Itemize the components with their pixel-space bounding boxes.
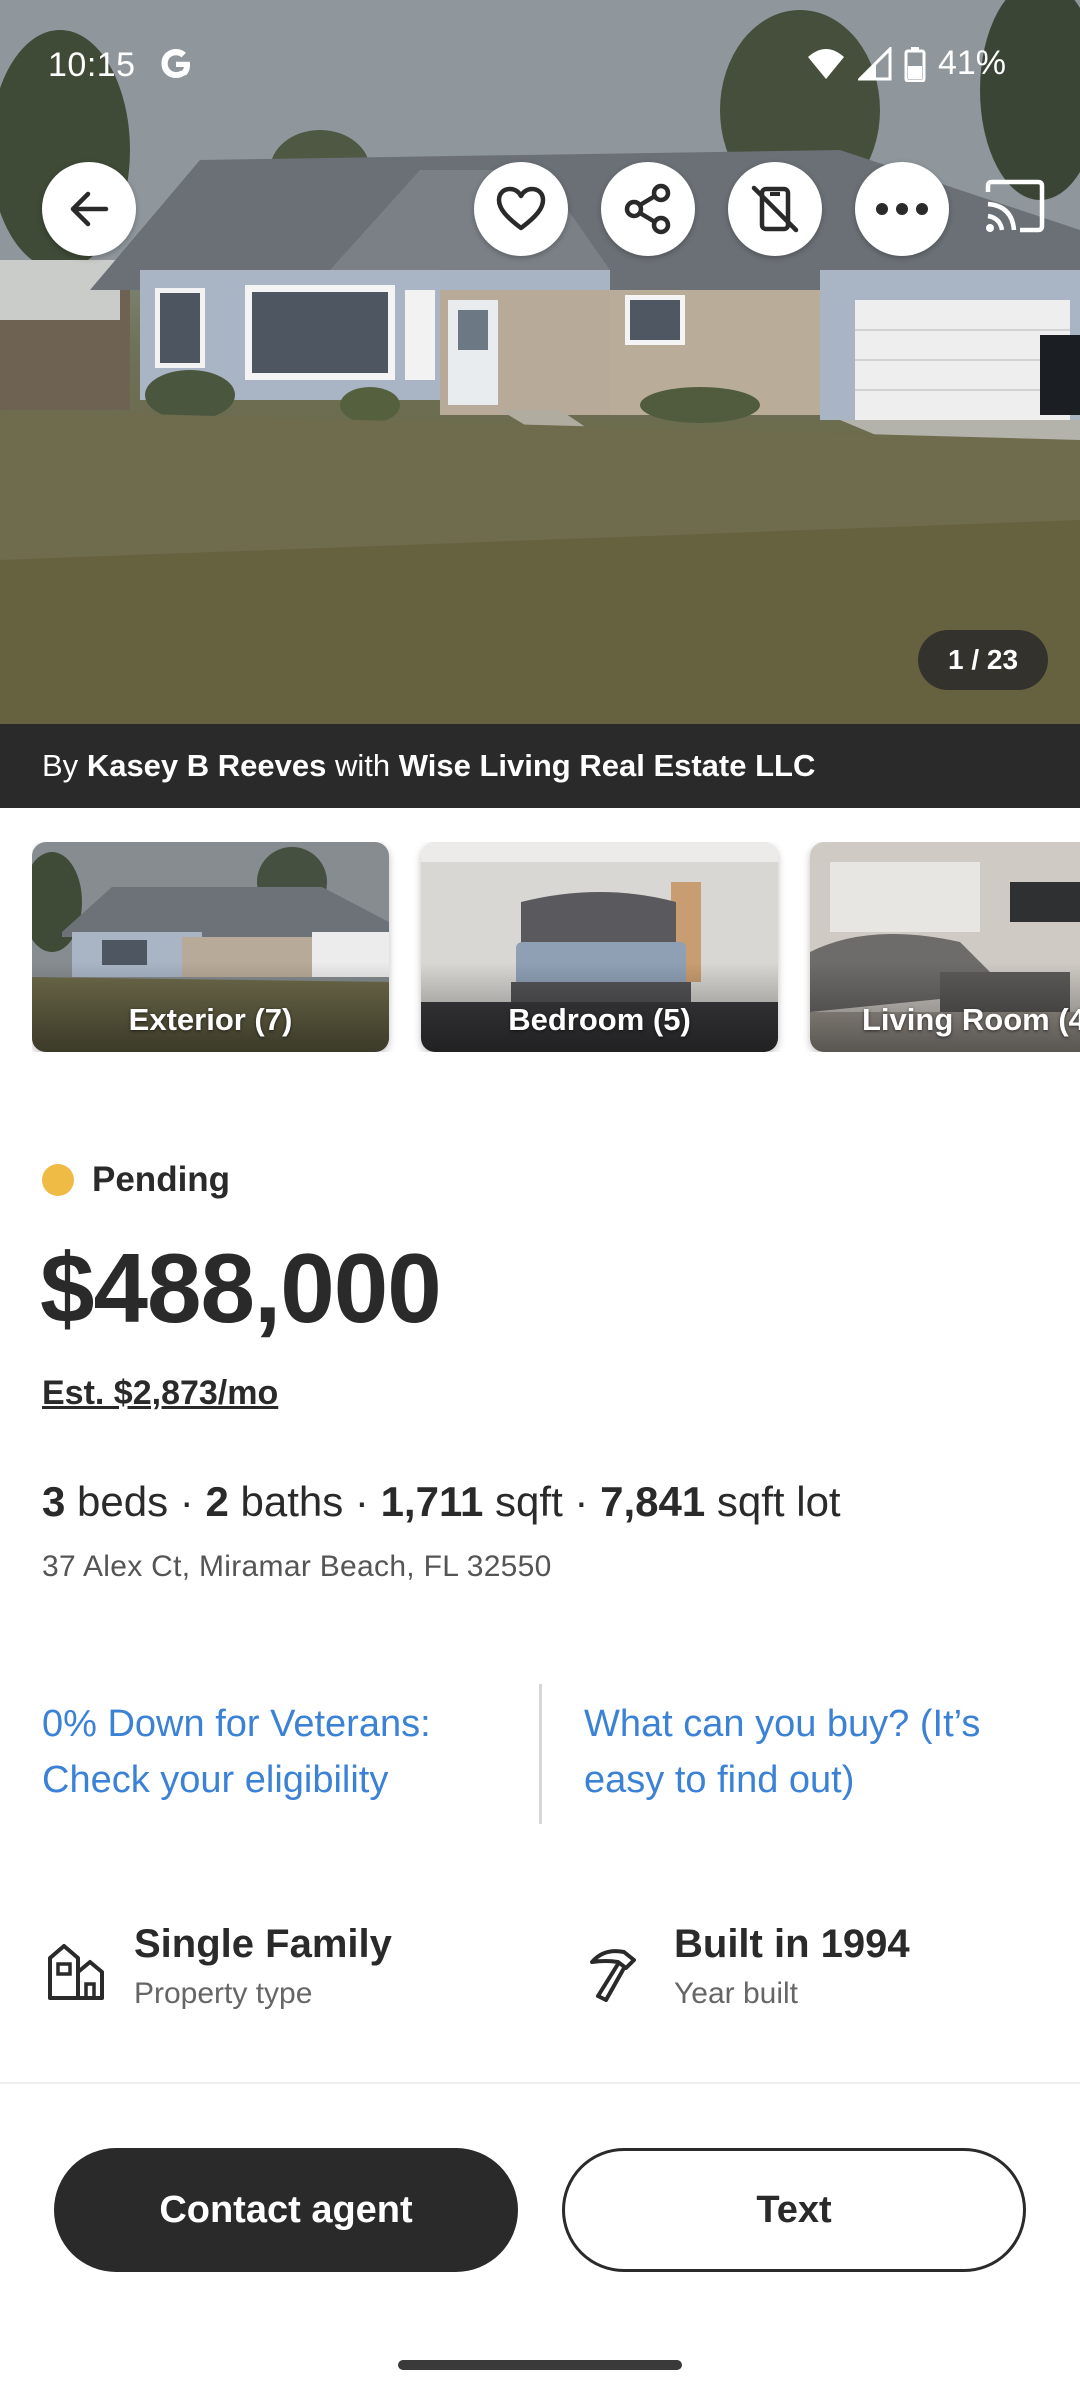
agent-name: Kasey B Reeves	[86, 748, 327, 783]
house-icon	[48, 1944, 104, 2000]
monthly-estimate-link[interactable]: Est. $2,873/mo	[42, 1374, 278, 1413]
feature-title: Single Family	[134, 1922, 392, 1966]
beds-count: 3	[42, 1478, 66, 1525]
attribution-prefix: By	[42, 748, 79, 783]
separator: ·	[354, 1478, 369, 1525]
affordability-promo-link[interactable]: What can you buy? (It’s easy to find out…	[584, 1696, 1024, 1808]
feature-title: Built in 1994	[674, 1922, 910, 1966]
feature-text: Single Family Property type	[134, 1922, 392, 2011]
back-icon	[70, 191, 109, 227]
thumbnail-exterior[interactable]: Exterior (7)	[32, 842, 389, 1052]
more-icon	[876, 203, 928, 215]
share-button[interactable]	[601, 162, 695, 256]
favorite-button[interactable]	[474, 162, 568, 256]
sqft-value: 1,711	[380, 1478, 484, 1525]
bottom-bar-divider	[0, 2082, 1080, 2084]
heart-icon	[496, 186, 546, 231]
hammer-icon	[590, 1949, 636, 2002]
listing-price: $488,000	[40, 1233, 442, 1343]
thumbnail-living-room[interactable]: Living Room (4)	[810, 842, 1080, 1052]
thumbnail-label: Living Room (4)	[862, 1002, 1080, 1037]
more-button[interactable]	[855, 162, 949, 256]
status-bar: 10:15 41%	[0, 0, 1080, 134]
google-icon	[161, 49, 190, 78]
listing-attribution: By Kasey B Reeves with Wise Living Real …	[0, 724, 1080, 808]
hide-listing-button[interactable]	[728, 162, 822, 256]
brokerage-name: Wise Living Real Estate LLC	[398, 748, 816, 783]
feature-text: Built in 1994 Year built	[674, 1922, 910, 2011]
status-dot	[42, 1164, 74, 1196]
attribution-middle: with	[335, 748, 391, 783]
baths-label: baths	[240, 1478, 344, 1525]
beds-label: beds	[77, 1478, 169, 1525]
lot-value: 7,841	[600, 1478, 706, 1525]
share-icon	[624, 183, 671, 235]
signal-icon	[857, 46, 892, 80]
no-phone-icon	[751, 185, 799, 233]
status-text: Pending	[92, 1160, 231, 1199]
feature-property-type: Single Family Property type	[44, 1922, 392, 2011]
status-time: 10:15	[48, 46, 136, 84]
home-facts: 3 beds · 2 baths · 1,711 sqft · 7,841 sq…	[42, 1478, 841, 1526]
sqft-label: sqft	[495, 1478, 563, 1525]
separator: ·	[179, 1478, 194, 1525]
feature-subtitle: Year built	[674, 1977, 798, 2010]
listing-address: 37 Alex Ct, Miramar Beach, FL 32550	[42, 1550, 552, 1583]
baths-count: 2	[205, 1478, 229, 1525]
battery-percent: 41%	[937, 44, 1006, 82]
thumbnail-bedroom[interactable]: Bedroom (5)	[421, 842, 778, 1052]
battery-icon	[904, 46, 926, 82]
feature-year-built: Built in 1994 Year built	[584, 1922, 910, 2011]
listing-status: Pending	[42, 1160, 230, 1200]
cast-icon[interactable]	[982, 178, 1046, 234]
contact-agent-button[interactable]: Contact agent	[54, 2148, 518, 2272]
photo-category-carousel[interactable]: Exterior (7) Bedroom (5) Living Room (4)	[32, 842, 1080, 1052]
thumbnail-label: Exterior (7)	[128, 1002, 293, 1037]
text-button[interactable]: Text	[562, 2148, 1026, 2272]
promo-divider	[539, 1684, 542, 1824]
separator: ·	[574, 1478, 589, 1525]
wifi-icon	[807, 48, 844, 79]
lot-label: sqft lot	[716, 1478, 841, 1525]
back-button[interactable]	[42, 162, 136, 256]
photo-counter: 1 / 23	[918, 630, 1048, 690]
feature-subtitle: Property type	[134, 1977, 313, 2010]
status-icons: 41%	[806, 44, 1006, 83]
thumbnail-label: Bedroom (5)	[508, 1002, 691, 1037]
home-indicator[interactable]	[398, 2360, 682, 2370]
veterans-promo-link[interactable]: 0% Down for Veterans: Check your eligibi…	[42, 1696, 482, 1808]
